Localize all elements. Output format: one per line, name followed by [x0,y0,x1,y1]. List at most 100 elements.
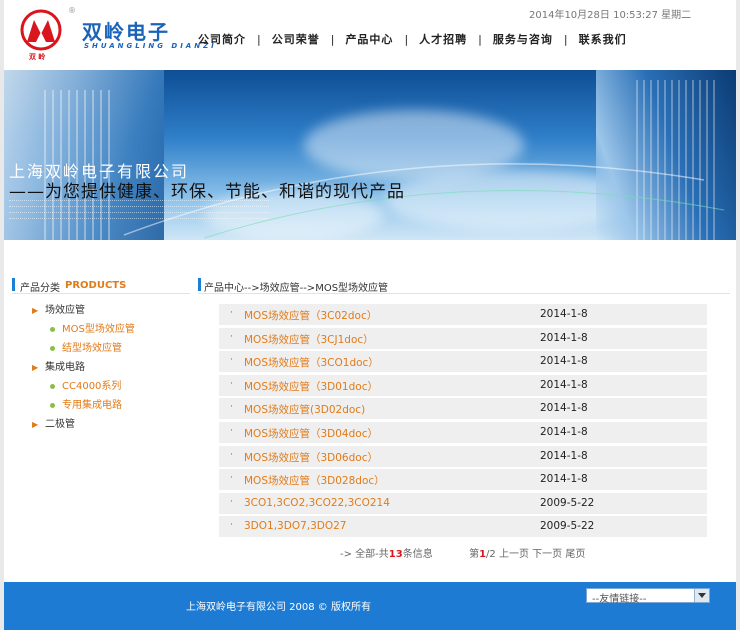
category-title: 产品分类 [20,283,60,294]
logo-small-text: 双 岭 [29,53,46,61]
category-label: 二极管 [45,419,75,430]
total-prefix: -> 全部-共 [340,549,389,560]
last-page-link[interactable]: 尾页 [565,549,585,560]
bullet-icon: · [230,496,233,507]
nav-separator: | [257,32,261,46]
subcategory-mos-fet[interactable]: MOS型场效应管 [12,320,190,339]
total-count: 13 [388,549,403,560]
nav-service[interactable]: 服务与咨询 [493,31,553,47]
product-date: 2014-1-8 [540,425,588,438]
breadcrumb: 产品中心-->场效应管-->MOS型场效应管 [198,277,730,294]
subcategory-label: 结型场效应管 [62,343,122,354]
product-category-sidebar: 产品分类 PRODUCTS ▶ 场效应管 MOS型场效应管 结型场效应管 ▶ 集… [12,277,190,430]
product-date: 2014-1-8 [540,449,588,462]
nav-careers[interactable]: 人才招聘 [419,31,467,47]
category-header: 产品分类 PRODUCTS [12,277,190,294]
nav-separator: | [404,32,409,46]
nav-separator: | [478,32,482,46]
triangle-right-icon: ▶ [32,363,39,372]
category-ic[interactable]: ▶ 集成电路 [12,358,190,377]
subcategory-cc4000[interactable]: CC4000系列 [12,377,190,396]
category-tree: ▶ 场效应管 MOS型场效应管 结型场效应管 ▶ 集成电路 CC4000系列 专… [12,301,190,434]
triangle-right-icon: ▶ [32,306,39,315]
banner-slogan: ——为您提供健康、环保、节能、和谐的现代产品 [9,182,405,202]
nav-contact[interactable]: 联系我们 [579,31,627,47]
page: 双 岭 ® 双岭电子 SHUANGLING DIANZI 2014年10月28日… [4,0,736,630]
friend-links-select[interactable]: --友情链接-- [586,588,710,605]
pagination: -> 全部-共13条信息 第1/2 上一页 下一页 尾页 [340,545,585,560]
product-date: 2009-5-22 [540,496,595,509]
breadcrumb-accent-bar [198,278,201,291]
nav-separator: | [330,32,335,46]
product-link[interactable]: MOS场效应管（3D06doc） [244,450,378,465]
subcategory-junction-fet[interactable]: 结型场效应管 [12,339,190,358]
subcategory-asic[interactable]: 专用集成电路 [12,396,190,415]
page-prefix: 第 [469,549,480,560]
list-item: · 3DO1,3DO7,3DO27 2009-5-22 [219,516,707,538]
product-list: · MOS场效应管（3C02doc） 2014-1-8 · MOS场效应管（3C… [219,304,707,540]
bullet-dot-icon [50,346,55,351]
bullet-icon: · [230,449,233,460]
nav-about[interactable]: 公司简介 [198,31,246,47]
product-link[interactable]: MOS场效应管（3D028doc） [244,473,385,488]
product-date: 2014-1-8 [540,378,588,391]
logo-icon[interactable]: 双 岭 [19,8,69,61]
category-diode[interactable]: ▶ 二极管 [12,415,190,434]
product-date: 2014-1-8 [540,473,588,486]
subcategory-label: 专用集成电路 [62,400,122,411]
bullet-dot-icon [50,384,55,389]
bullet-icon: · [230,378,233,389]
bullet-icon: · [230,425,233,436]
banner-fine-print [9,200,269,221]
list-item: · MOS场效应管（3D06doc） 2014-1-8 [219,445,707,467]
breadcrumb-text: 产品中心-->场效应管-->MOS型场效应管 [204,283,389,294]
list-item: · MOS场效应管(3D02doc) 2014-1-8 [219,398,707,420]
main-nav: 公司简介 | 公司荣誉 | 产品中心 | 人才招聘 | 服务与咨询 | 联系我们 [198,30,730,48]
friend-links-value: --友情链接-- [592,594,647,605]
chevron-down-icon[interactable] [694,589,709,602]
subcategory-label: MOS型场效应管 [62,324,135,335]
registered-mark: ® [68,6,76,15]
category-label: 集成电路 [45,362,85,373]
product-link[interactable]: MOS场效应管（3C02doc） [244,308,377,323]
bullet-dot-icon [50,403,55,408]
nav-honors[interactable]: 公司荣誉 [272,31,320,47]
nav-products[interactable]: 产品中心 [345,31,393,47]
list-item: · MOS场效应管（3D01doc） 2014-1-8 [219,374,707,396]
product-link[interactable]: 3DO1,3DO7,3DO27 [244,520,347,532]
product-date: 2014-1-8 [540,355,588,368]
product-link[interactable]: MOS场效应管（3D04doc） [244,426,378,441]
bullet-icon: · [230,308,233,318]
next-page-link[interactable]: 下一页 [532,549,562,560]
copyright-text: 上海双岭电子有限公司 2008 © 版权所有 [186,602,371,613]
current-page: 1 [479,549,487,560]
list-item: · MOS场效应管（3C02doc） 2014-1-8 [219,304,707,325]
logo-english-text: SHUANGLING DIANZI [84,42,217,50]
product-date: 2014-1-8 [540,308,588,320]
triangle-right-icon: ▶ [32,420,39,429]
current-date: 2014年10月28日 10:53:27 星期二 [529,10,692,21]
list-item: · MOS场效应管（3D028doc） 2014-1-8 [219,469,707,491]
category-label: 场效应管 [45,305,85,316]
product-link[interactable]: MOS场效应管（3CO1doc） [244,355,379,370]
list-item: · 3CO1,3CO2,3CO22,3CO214 2009-5-22 [219,492,707,514]
product-date: 2014-1-8 [540,402,588,415]
bullet-icon: · [230,473,233,484]
header-accent-bar [12,278,15,291]
product-date: 2014-1-8 [540,331,588,344]
total-suffix: 条信息 [402,549,433,560]
product-link[interactable]: 3CO1,3CO2,3CO22,3CO214 [244,497,390,509]
bullet-icon: · [230,355,233,366]
product-link[interactable]: MOS场效应管（3D01doc） [244,379,378,394]
bullet-icon: · [230,331,233,342]
bullet-icon: · [230,520,233,531]
banner-image: 上海双岭电子有限公司 ——为您提供健康、环保、节能、和谐的现代产品 [4,70,736,240]
footer: 上海双岭电子有限公司 2008 © 版权所有 --友情链接-- [4,582,736,630]
product-link[interactable]: MOS场效应管（3CJ1doc） [244,332,374,347]
logo-text: 双岭电子 [82,20,170,44]
nav-separator: | [563,32,568,46]
subcategory-label: CC4000系列 [62,381,122,392]
product-link[interactable]: MOS场效应管(3D02doc) [244,402,365,417]
prev-page-link[interactable]: 上一页 [499,549,529,560]
category-fet[interactable]: ▶ 场效应管 [12,301,190,320]
